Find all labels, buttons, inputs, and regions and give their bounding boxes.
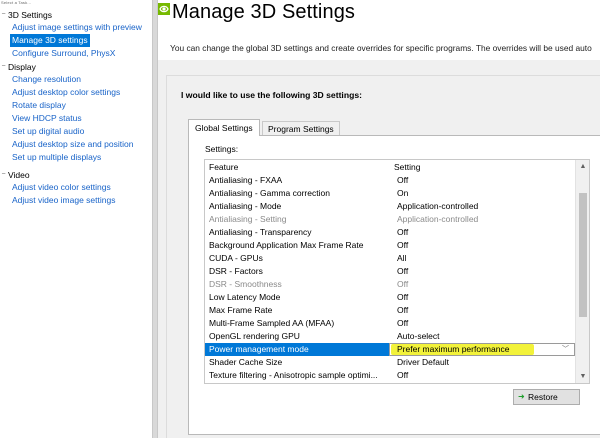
task-tree: Select a Task... − 3D Settings Adjust im… bbox=[0, 0, 152, 438]
feature-name: Power management mode bbox=[209, 344, 309, 354]
tree-item-manage-3d-settings[interactable]: Manage 3D settings bbox=[10, 34, 90, 47]
feature-name: DSR - Factors bbox=[209, 266, 263, 276]
setting-value: Off bbox=[397, 227, 409, 237]
setting-row[interactable]: Background Application Max Frame Rate Of… bbox=[205, 239, 575, 252]
feature-name: Max Frame Rate bbox=[209, 305, 273, 315]
page-description: You can change the global 3D settings an… bbox=[170, 43, 592, 53]
tree-item-configure-surround-physx[interactable]: Configure Surround, PhysX bbox=[10, 47, 117, 60]
scroll-down-icon[interactable]: ▼ bbox=[576, 370, 589, 383]
feature-name: Antialiasing - FXAA bbox=[209, 175, 283, 185]
feature-name: OpenGL rendering GPU bbox=[209, 331, 300, 341]
setting-value: Off bbox=[397, 305, 409, 315]
tree-item-adjust-desktop-size[interactable]: Adjust desktop size and position bbox=[10, 138, 135, 151]
setting-value: Driver Default bbox=[397, 357, 449, 367]
feature-name: Low Latency Mode bbox=[209, 292, 281, 302]
tab-content: Settings: Feature Setting Antialiasing -… bbox=[188, 135, 600, 435]
setting-value: Prefer maximum performance bbox=[397, 344, 510, 354]
setting-row[interactable]: Shader Cache Size Driver Default bbox=[205, 356, 575, 369]
collapse-icon[interactable]: − bbox=[0, 11, 7, 19]
settings-panel: I would like to use the following 3D set… bbox=[166, 75, 600, 438]
setting-value: Application-controlled bbox=[397, 201, 479, 211]
feature-name: Texture filtering - Anisotropic sample o… bbox=[209, 370, 378, 380]
tree-item-adjust-video-image[interactable]: Adjust video image settings bbox=[10, 194, 117, 207]
setting-value: Off bbox=[397, 175, 409, 185]
setting-value: On bbox=[397, 188, 409, 198]
setting-value: Off bbox=[397, 292, 409, 302]
settings-prompt: I would like to use the following 3D set… bbox=[181, 90, 362, 100]
nvidia-logo-icon bbox=[158, 3, 170, 15]
setting-value: Off bbox=[397, 318, 409, 328]
setting-row-selected[interactable]: Power management mode Prefer maximum per… bbox=[205, 343, 575, 356]
chevron-down-icon[interactable]: ﹀ bbox=[562, 343, 569, 356]
column-header-setting[interactable]: Setting bbox=[394, 160, 420, 174]
settings-list: Feature Setting Antialiasing - FXAA Off … bbox=[204, 159, 590, 384]
setting-value: Off bbox=[397, 370, 409, 380]
column-header-feature[interactable]: Feature bbox=[209, 160, 238, 174]
setting-row[interactable]: Low Latency Mode Off bbox=[205, 291, 575, 304]
feature-name: Multi-Frame Sampled AA (MFAA) bbox=[209, 318, 335, 328]
restore-label: Restore bbox=[528, 392, 558, 402]
feature-name: Antialiasing - Gamma correction bbox=[209, 188, 330, 198]
list-scrollbar[interactable]: ▲ ▼ bbox=[575, 160, 589, 383]
setting-value: Application-controlled bbox=[397, 214, 479, 224]
tab-global-settings[interactable]: Global Settings bbox=[188, 119, 260, 136]
setting-row[interactable]: CUDA - GPUs All bbox=[205, 252, 575, 265]
tree-group-label: Display bbox=[8, 62, 36, 72]
page-title: Manage 3D Settings bbox=[172, 1, 356, 23]
tree-item-change-resolution[interactable]: Change resolution bbox=[10, 73, 83, 86]
restore-button[interactable]: ➜ Restore bbox=[513, 389, 580, 405]
setting-value: Off bbox=[397, 240, 409, 250]
setting-row-disabled: Antialiasing - Setting Application-contr… bbox=[205, 213, 575, 226]
tree-caption: Select a Task... bbox=[1, 0, 32, 5]
feature-name: Antialiasing - Setting bbox=[209, 214, 287, 224]
feature-name: Antialiasing - Transparency bbox=[209, 227, 312, 237]
tree-item-view-hdcp-status[interactable]: View HDCP status bbox=[10, 112, 84, 125]
scroll-thumb[interactable] bbox=[579, 193, 587, 317]
setting-row[interactable]: Texture filtering - Anisotropic sample o… bbox=[205, 369, 575, 382]
setting-value: Off bbox=[397, 279, 409, 289]
feature-name: Antialiasing - Mode bbox=[209, 201, 282, 211]
tab-program-settings[interactable]: Program Settings bbox=[262, 121, 340, 136]
tree-group-label: Video bbox=[8, 170, 30, 180]
setting-row[interactable]: Antialiasing - FXAA Off bbox=[205, 174, 575, 187]
setting-row[interactable]: DSR - Factors Off bbox=[205, 265, 575, 278]
tree-item-set-up-digital-audio[interactable]: Set up digital audio bbox=[10, 125, 86, 138]
scroll-up-icon[interactable]: ▲ bbox=[576, 160, 589, 173]
feature-name: DSR - Smoothness bbox=[209, 279, 282, 289]
page-header: Manage 3D Settings You can change the gl… bbox=[158, 0, 600, 60]
setting-row-disabled: DSR - Smoothness Off bbox=[205, 278, 575, 291]
main-pane: Manage 3D Settings You can change the gl… bbox=[158, 0, 600, 438]
setting-row[interactable]: Antialiasing - Transparency Off bbox=[205, 226, 575, 239]
collapse-icon[interactable]: − bbox=[0, 63, 7, 71]
tree-item-adjust-image-settings[interactable]: Adjust image settings with preview bbox=[10, 21, 144, 34]
list-header: Feature Setting bbox=[205, 160, 575, 174]
setting-row[interactable]: Multi-Frame Sampled AA (MFAA) Off bbox=[205, 317, 575, 330]
setting-value: All bbox=[397, 253, 407, 263]
feature-name: CUDA - GPUs bbox=[209, 253, 263, 263]
collapse-icon[interactable]: − bbox=[0, 171, 7, 179]
setting-row[interactable]: Antialiasing - Mode Application-controll… bbox=[205, 200, 575, 213]
feature-name: Shader Cache Size bbox=[209, 357, 283, 367]
setting-row[interactable]: Max Frame Rate Off bbox=[205, 304, 575, 317]
setting-row[interactable]: Antialiasing - Gamma correction On bbox=[205, 187, 575, 200]
tree-group-label: 3D Settings bbox=[8, 10, 52, 20]
tree-item-adjust-video-color[interactable]: Adjust video color settings bbox=[10, 181, 113, 194]
feature-name: Background Application Max Frame Rate bbox=[209, 240, 364, 250]
settings-caption: Settings: bbox=[205, 144, 239, 154]
setting-row[interactable]: OpenGL rendering GPU Auto-select bbox=[205, 330, 575, 343]
green-arrow-icon: ➜ bbox=[518, 392, 525, 401]
tree-item-adjust-desktop-color[interactable]: Adjust desktop color settings bbox=[10, 86, 122, 99]
tree-item-rotate-display[interactable]: Rotate display bbox=[10, 99, 68, 112]
tree-item-set-up-multiple-displays[interactable]: Set up multiple displays bbox=[10, 151, 103, 164]
setting-value: Auto-select bbox=[397, 331, 440, 341]
setting-value: Off bbox=[397, 266, 409, 276]
